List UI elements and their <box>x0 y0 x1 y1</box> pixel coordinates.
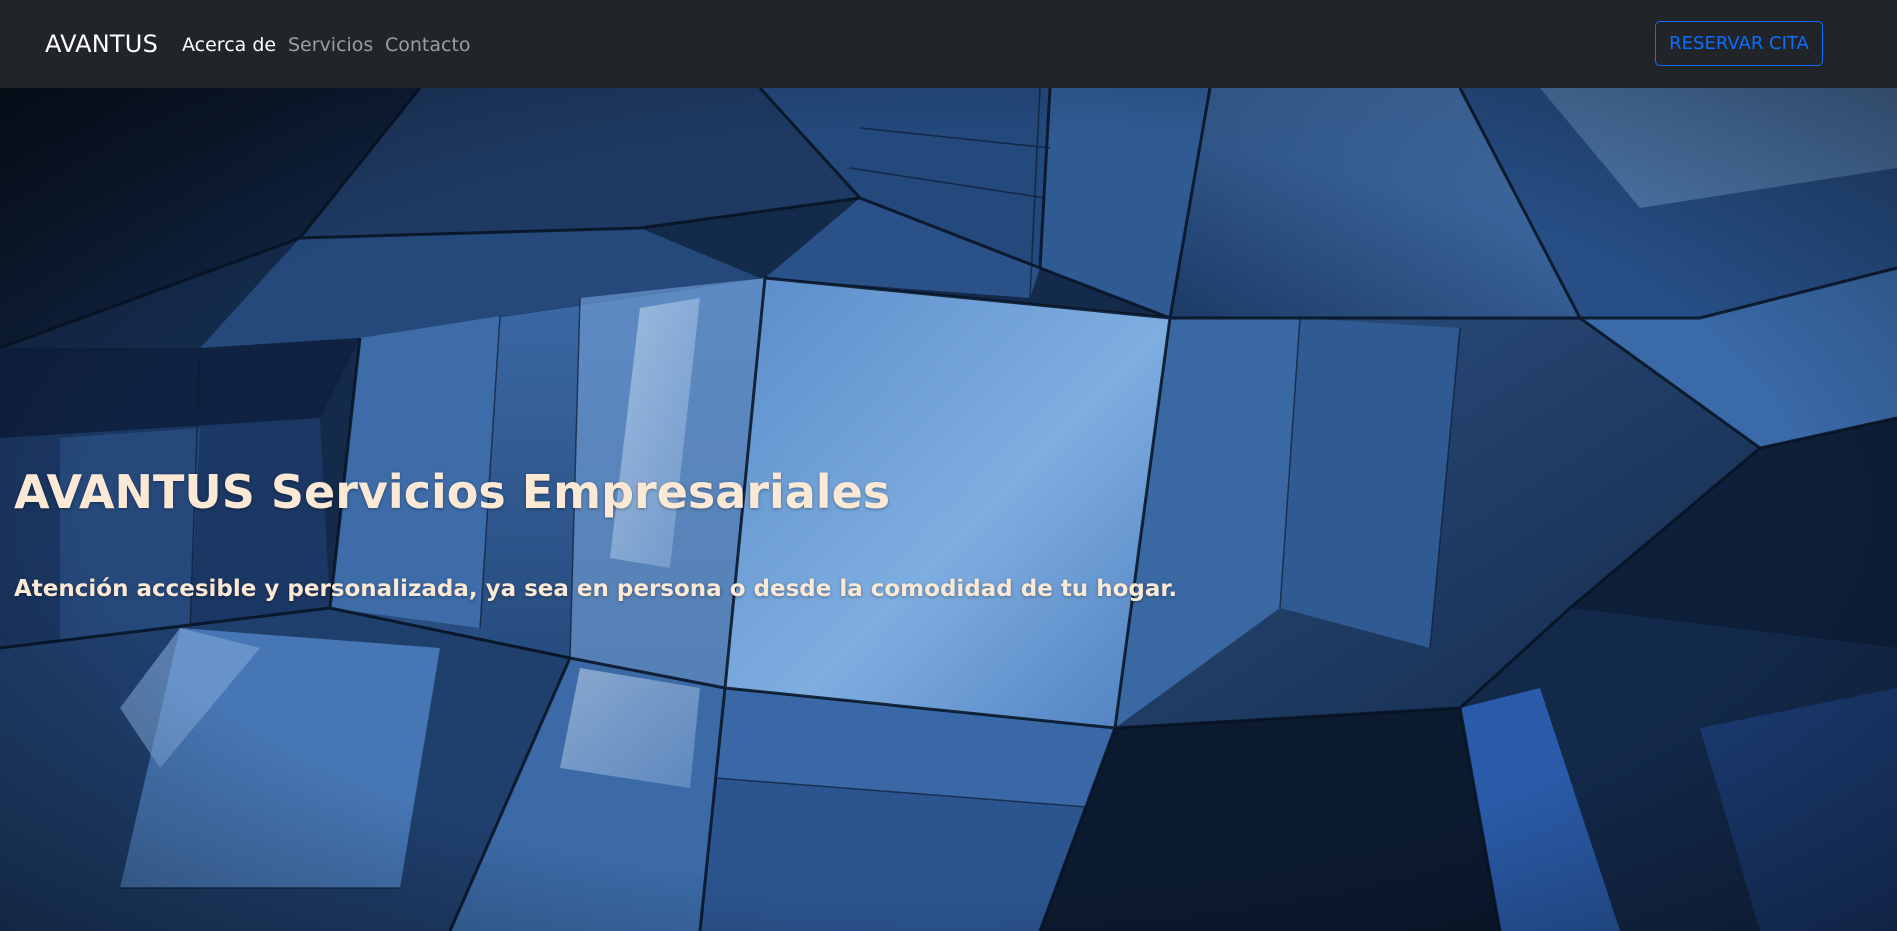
brand-logo-link[interactable]: AVANTUS <box>45 28 158 60</box>
hero-subtitle: Atención accesible y personalizada, ya s… <box>14 576 1178 602</box>
nav-link-contacto[interactable]: Contacto <box>385 32 471 58</box>
nav-link-servicios[interactable]: Servicios <box>288 32 373 58</box>
nav-link-acerca-de[interactable]: Acerca de <box>182 32 276 58</box>
top-navbar: AVANTUS Acerca de Servicios Contacto RES… <box>0 0 1897 88</box>
hero-section: AVANTUS Servicios Empresariales Atención… <box>0 88 1897 931</box>
hero-title: AVANTUS Servicios Empresariales <box>14 465 891 519</box>
book-appointment-button[interactable]: RESERVAR CITA <box>1655 21 1823 66</box>
page: AVANTUS Acerca de Servicios Contacto RES… <box>0 0 1897 931</box>
